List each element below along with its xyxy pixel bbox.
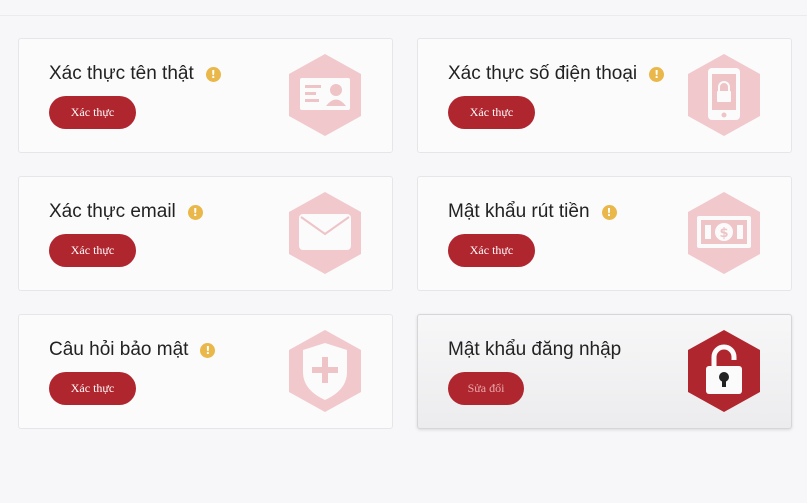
card-title: Câu hỏi bảo mật: [49, 339, 189, 360]
warning-icon: !: [649, 66, 665, 82]
banknote-icon: $: [688, 192, 760, 274]
card-phone-verification: Xác thực số điện thoại ! Xác thực: [417, 38, 792, 153]
warning-icon: !: [187, 204, 203, 220]
card-security-question: Câu hỏi bảo mật ! Xác thực: [18, 314, 393, 429]
warning-icon: !: [601, 204, 617, 220]
phone-lock-icon: [688, 54, 760, 136]
card-login-password: Mật khẩu đăng nhập Sửa đổi: [417, 314, 792, 429]
card-title: Mật khẩu đăng nhập: [448, 339, 622, 360]
header-divider: [0, 15, 807, 16]
envelope-icon: [289, 192, 361, 274]
card-title: Mật khẩu rút tiền: [448, 201, 590, 222]
svg-text:$: $: [719, 226, 728, 241]
unlocked-padlock-icon: [688, 330, 760, 412]
warning-icon: !: [200, 342, 216, 358]
verify-real-name-button[interactable]: Xác thực: [49, 96, 136, 129]
card-title: Xác thực tên thật: [49, 63, 194, 84]
verify-withdrawal-password-button[interactable]: Xác thực: [448, 234, 535, 267]
card-title: Xác thực email: [49, 201, 176, 222]
card-title: Xác thực số điện thoại: [448, 63, 638, 84]
verify-phone-button[interactable]: Xác thực: [448, 96, 535, 129]
shield-plus-icon: [289, 330, 361, 412]
card-real-name-verification: Xác thực tên thật ! Xác thực: [18, 38, 393, 153]
verify-security-question-button[interactable]: Xác thực: [49, 372, 136, 405]
verify-email-button[interactable]: Xác thực: [49, 234, 136, 267]
card-email-verification: Xác thực email ! Xác thực: [18, 176, 393, 291]
edit-login-password-button[interactable]: Sửa đổi: [448, 372, 524, 405]
warning-icon: !: [205, 66, 221, 82]
card-withdrawal-password: Mật khẩu rút tiền ! Xác thực $: [417, 176, 792, 291]
id-card-icon: [289, 54, 361, 136]
